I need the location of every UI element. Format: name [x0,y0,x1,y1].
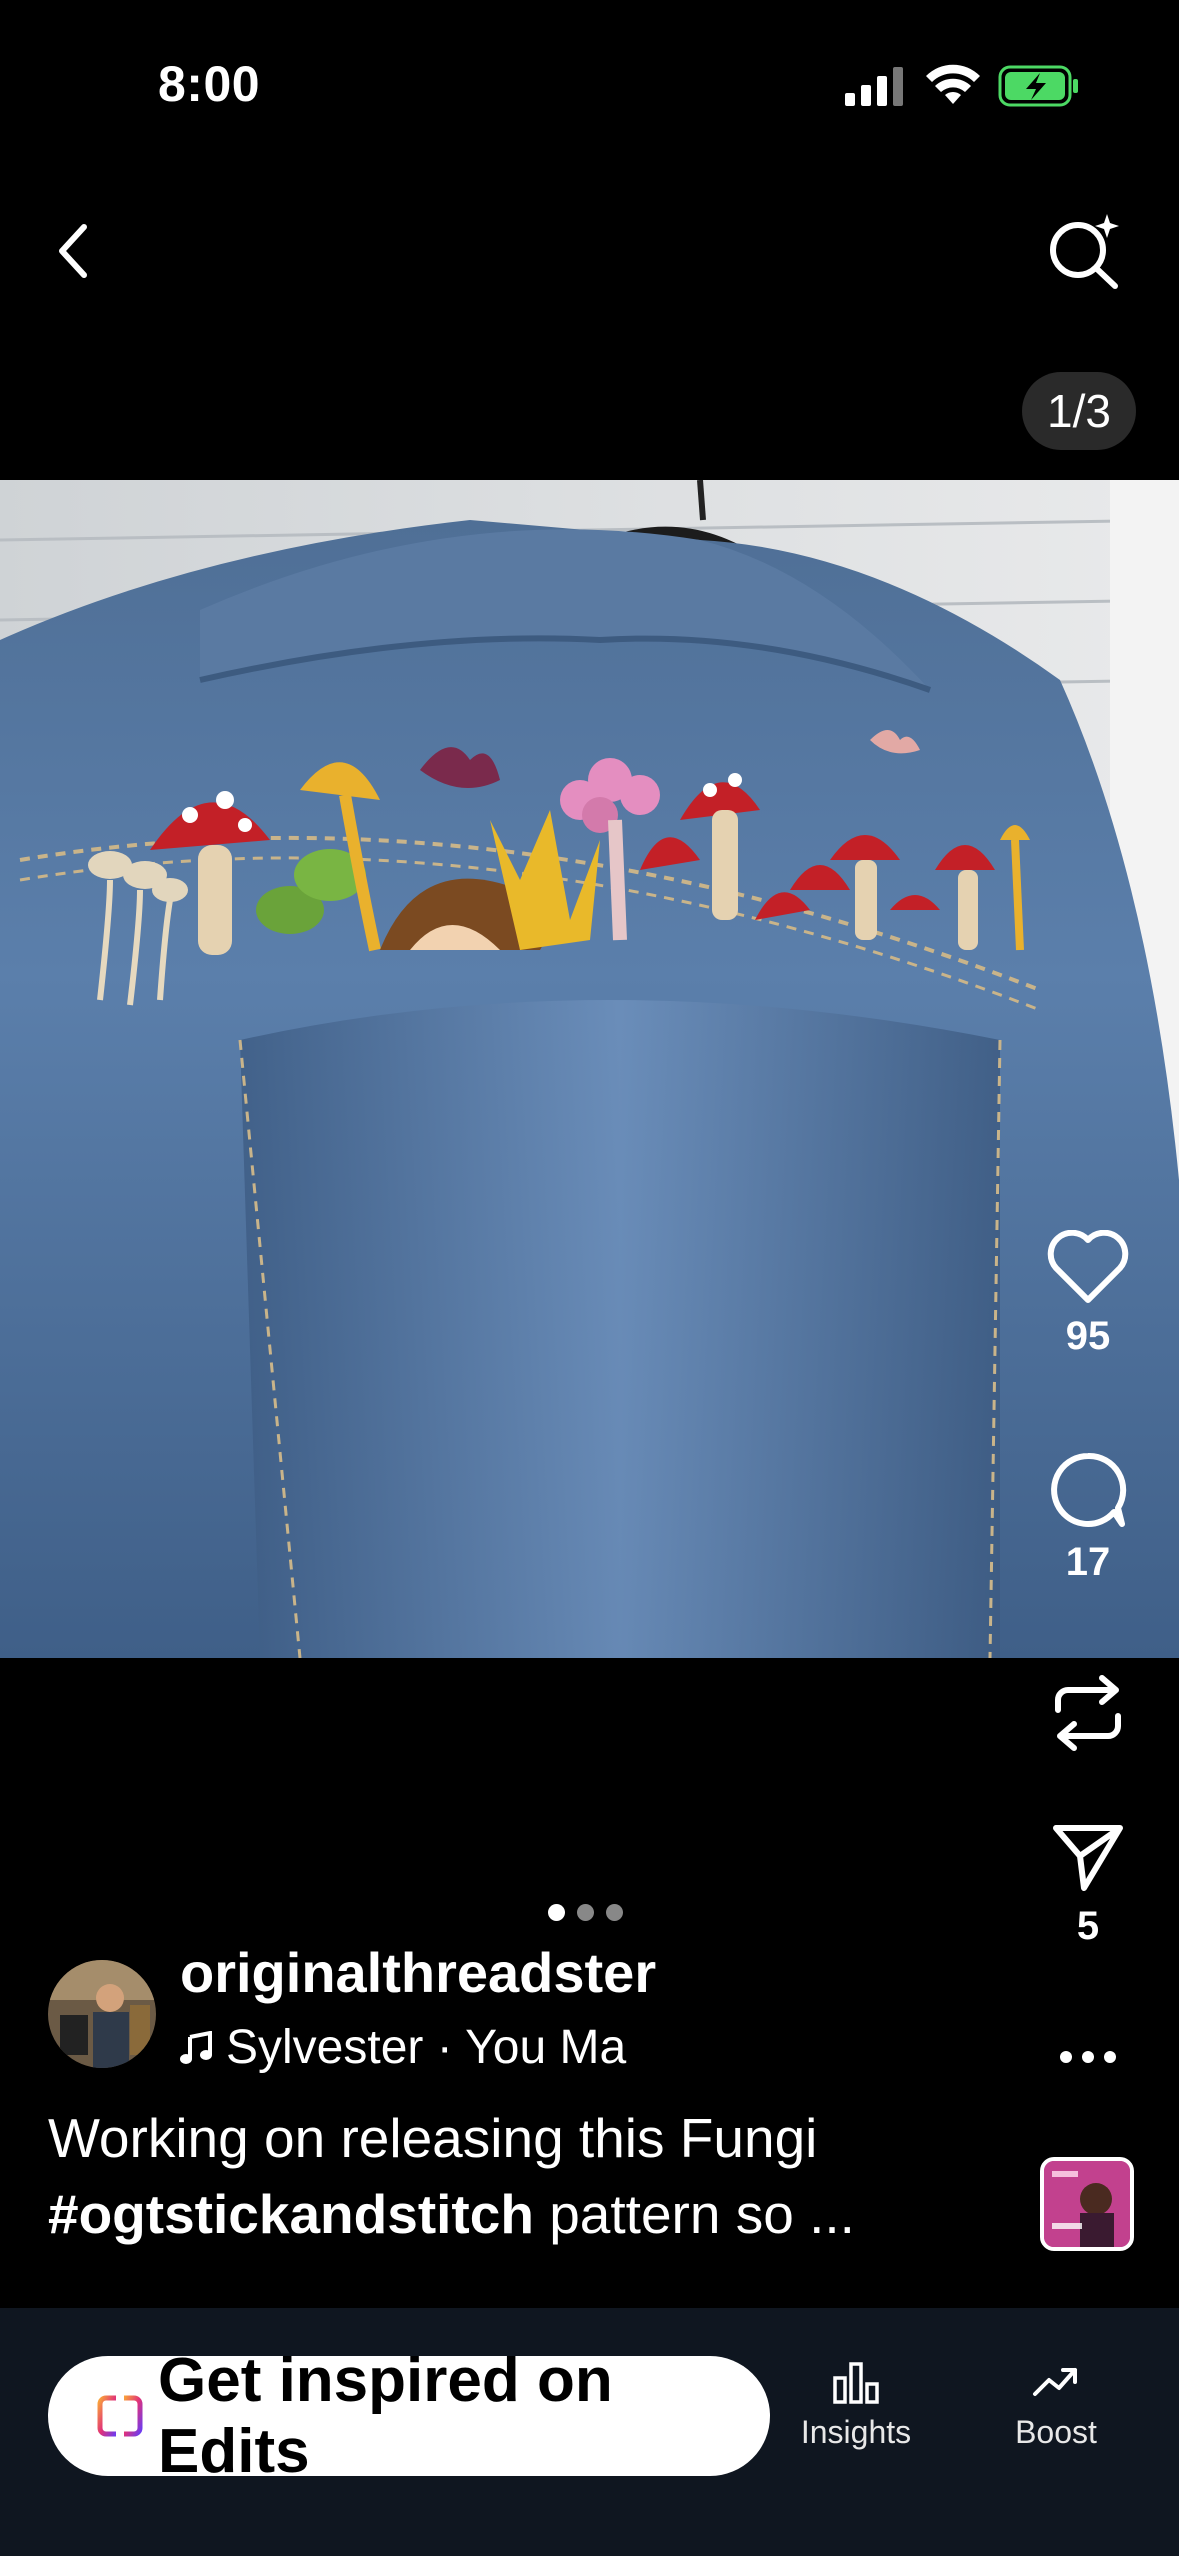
carousel-dot [606,1904,623,1921]
status-time: 8:00 [158,56,261,112]
battery-charging-icon [998,65,1078,107]
back-button[interactable] [40,215,104,287]
carousel-counter: 1/3 [1022,372,1136,450]
carousel-indicator [548,1904,623,1921]
heart-icon [1047,1230,1129,1303]
carousel-dot [577,1904,594,1921]
wifi-icon [926,64,980,104]
edits-label: Get inspired on Edits [158,2346,613,2486]
denim-jacket-photo [0,480,1179,1658]
music-note-icon [180,2030,212,2064]
bar-chart-icon [833,2362,879,2404]
share-count: 5 [1076,1904,1100,1948]
insights-button[interactable]: Insights [776,2360,936,2451]
caption-more: pattern so ... [533,2183,855,2245]
boost-button[interactable]: Boost [976,2360,1136,2451]
music-attribution[interactable]: Sylvester · You Ma [180,2020,670,2075]
like-button[interactable]: 95 [1040,1230,1136,1359]
ai-search-icon[interactable] [1045,212,1123,290]
more-options-button[interactable] [1040,2050,1136,2064]
avatar[interactable] [48,1960,156,2068]
repost-icon [1055,1675,1121,1751]
audio-album-art[interactable] [1040,2157,1134,2251]
insights-label: Insights [800,2414,912,2450]
edits-app-icon [97,2395,143,2437]
like-count: 95 [1065,1314,1111,1358]
comment-button[interactable]: 17 [1040,1450,1136,1585]
share-button[interactable]: 5 [1040,1820,1136,1949]
music-label: Sylvester · You Ma [226,2021,627,2074]
carousel-dot-active [548,1904,565,1921]
repost-button[interactable] [1040,1670,1136,1756]
comment-icon [1051,1452,1127,1527]
get-inspired-on-edits-button[interactable]: Get inspired on Edits [48,2346,770,2486]
boost-label: Boost [1015,2414,1097,2450]
caption-line-2: #ogtstickandstitch pattern so ... [48,2176,948,2252]
cellular-signal-icon [845,67,903,106]
bottom-action-bar: Get inspired on Edits Insights Boost [0,2308,1179,2556]
status-bar: 8:00 [0,0,1179,170]
album-art-image [1044,2161,1130,2247]
chevron-left-icon [59,224,87,278]
post-photo[interactable] [0,480,1179,1658]
caption-line-1: Working on releasing this Fungi [48,2107,818,2169]
more-horizontal-icon [1060,2051,1116,2063]
post-caption[interactable]: Working on releasing this Fungi #ogtstic… [48,2100,948,2252]
trending-up-icon [1033,2368,1077,2396]
author-username[interactable]: originalthreadster [180,1940,656,2005]
comment-count: 17 [1065,1540,1111,1584]
caption-hashtag[interactable]: #ogtstickandstitch [48,2183,534,2245]
avatar-image [48,1960,156,2068]
send-icon [1053,1825,1123,1891]
